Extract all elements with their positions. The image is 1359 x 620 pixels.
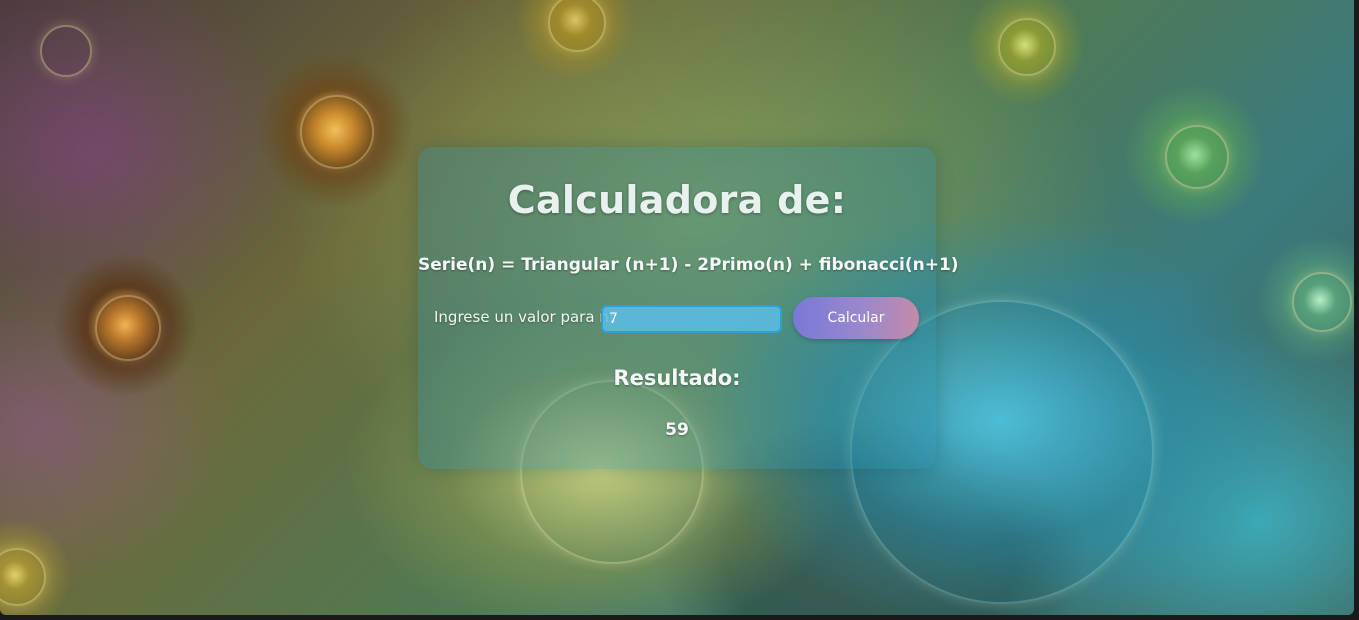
n-input-label: Ingrese un valor para n: [434,308,614,326]
spiral-decoration [998,18,1056,76]
spiral-decoration [40,25,92,77]
spiral-decoration [95,295,161,361]
page-title: Calculadora de: [507,178,847,222]
spiral-decoration [0,548,46,606]
result-value: 59 [665,420,689,440]
spiral-decoration [300,95,374,169]
calculate-button[interactable]: Calcular [793,297,919,339]
spiral-decoration [548,0,606,52]
series-formula: Serie(n) = Triangular (n+1) - 2Primo(n) … [418,255,959,275]
spiral-decoration [1292,272,1352,332]
result-heading: Resultado: [613,366,741,390]
n-value-input[interactable] [601,305,782,333]
app-viewport: Calculadora de: Serie(n) = Triangular (n… [0,0,1359,620]
